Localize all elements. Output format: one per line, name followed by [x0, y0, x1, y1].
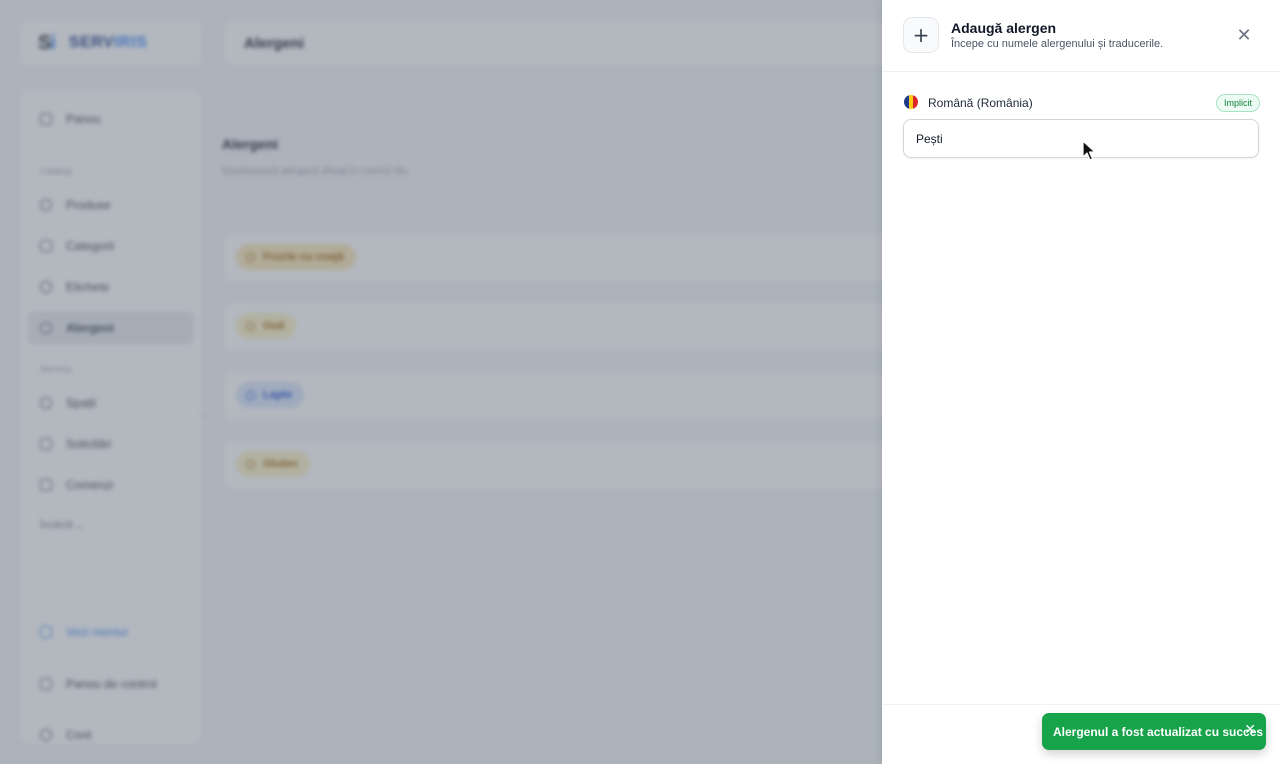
drawer-header: + Adaugă alergen Începe cu numele alerge… [882, 0, 1280, 72]
mouse-cursor-icon [1082, 140, 1096, 161]
default-badge: Implicit [1215, 94, 1260, 112]
toast-message: Alergenul a fost actualizat cu succes [1053, 724, 1264, 739]
success-toast: Alergenul a fost actualizat cu succes ✕ [1042, 713, 1266, 750]
allergen-name-input[interactable] [903, 119, 1259, 158]
romania-flag-icon [904, 95, 918, 109]
close-icon[interactable]: ✕ [1233, 24, 1255, 46]
language-row: Română (România) Implicit [904, 94, 1260, 112]
add-allergen-drawer: + Adaugă alergen Începe cu numele alerge… [882, 0, 1280, 764]
drawer-title: Adaugă alergen [951, 20, 1057, 36]
drawer-subtitle: Începe cu numele alergenului și traducer… [951, 38, 1164, 50]
modal-backdrop[interactable] [0, 0, 882, 764]
toast-close-icon[interactable]: ✕ [1244, 722, 1256, 738]
language-label: Română (România) [928, 96, 1033, 110]
plus-icon: + [903, 17, 939, 53]
